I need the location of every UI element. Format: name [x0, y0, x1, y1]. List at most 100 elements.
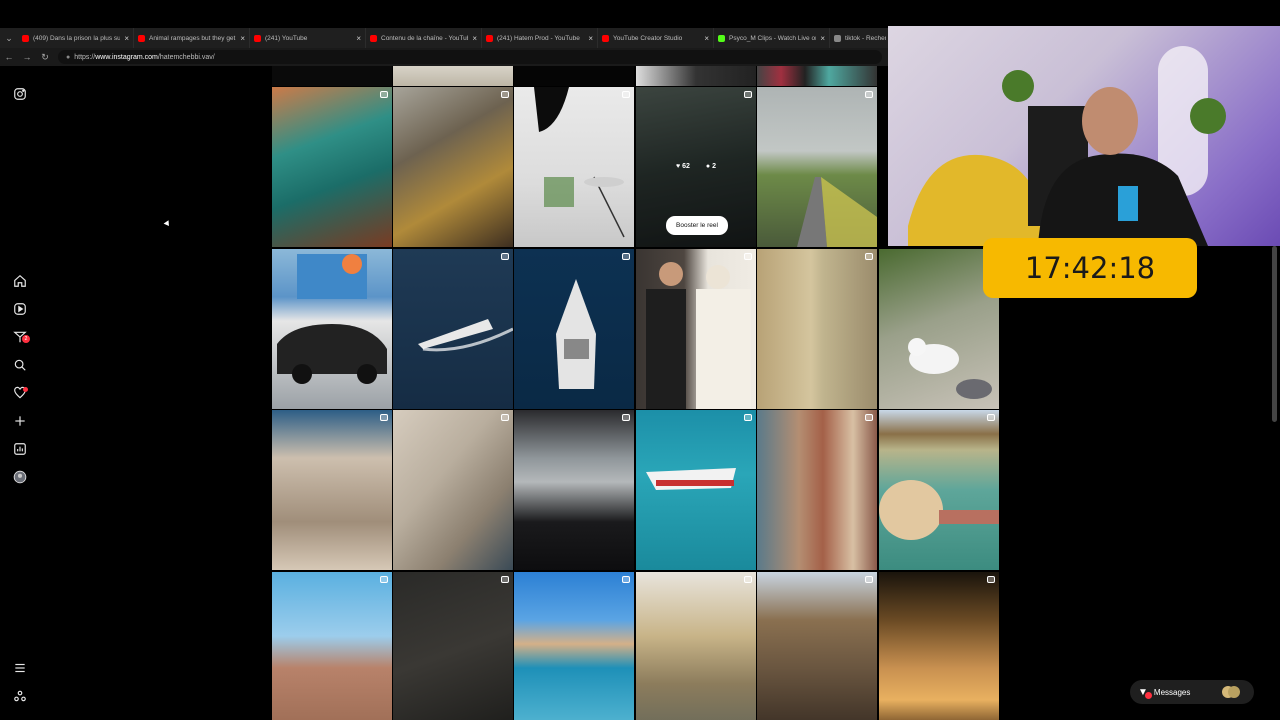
create-icon[interactable]: [12, 413, 28, 429]
back-icon[interactable]: ←: [0, 52, 18, 62]
post-thumbnail[interactable]: [393, 249, 513, 409]
reel-icon: [501, 91, 509, 98]
beach-racket-scene: [879, 480, 999, 540]
streamer-webcam: [888, 26, 1280, 246]
dashboard-icon[interactable]: [12, 441, 28, 457]
post-thumbnail[interactable]: [879, 572, 999, 720]
kick-favicon-icon: [718, 34, 725, 42]
browser-tab[interactable]: Psyco_M Clips - Watch Live on K...×: [714, 28, 830, 48]
post-thumbnail[interactable]: [636, 66, 756, 86]
close-tab-icon[interactable]: ×: [588, 34, 593, 43]
post-thumbnail[interactable]: [757, 410, 877, 570]
post-thumbnail[interactable]: [636, 249, 756, 409]
post-thumbnail[interactable]: [514, 66, 634, 86]
reel-icon: [622, 253, 630, 260]
contact-avatar: [1228, 686, 1240, 698]
post-thumbnail[interactable]: [272, 87, 392, 247]
post-thumbnail[interactable]: [879, 249, 999, 409]
reel-icon: [865, 91, 873, 98]
post-thumbnail[interactable]: [757, 572, 877, 720]
menu-icon[interactable]: [12, 660, 28, 676]
post-thumbnail[interactable]: [272, 249, 392, 409]
forward-icon[interactable]: →: [18, 52, 36, 62]
threads-icon[interactable]: [12, 688, 28, 704]
close-tab-icon[interactable]: ×: [820, 34, 825, 43]
reload-icon[interactable]: ↻: [36, 52, 54, 63]
post-thumbnail[interactable]: [393, 572, 513, 720]
seagull-scene: [908, 338, 992, 399]
browser-tab[interactable]: Animal rampages but they get... ×: [134, 28, 250, 48]
post-thumbnail[interactable]: [514, 249, 634, 409]
post-thumbnail[interactable]: [757, 249, 877, 409]
browser-tab[interactable]: (241) Hatem Prod - YouTube ×: [482, 28, 598, 48]
messages-badge-dot: [1145, 692, 1152, 699]
road-scene: [797, 177, 877, 247]
instagram-icon[interactable]: [12, 86, 28, 102]
reel-icon: [380, 91, 388, 98]
home-icon[interactable]: [12, 273, 28, 289]
boost-reel-button[interactable]: Booster le reel: [666, 216, 728, 235]
post-thumbnail-hovered[interactable]: ♥ 62 ● 2 Booster le reel: [636, 87, 756, 247]
close-tab-icon[interactable]: ×: [124, 34, 129, 43]
post-thumbnail[interactable]: [636, 572, 756, 720]
webcam-scene: [908, 46, 1226, 246]
browser-tab[interactable]: Contenu de la chaîne - YouTube...×: [366, 28, 482, 48]
stream-timer: 17:42:18: [983, 238, 1197, 298]
messenger-icon[interactable]: 2: [12, 329, 30, 345]
reel-icon: [744, 253, 752, 260]
post-thumbnail[interactable]: [272, 572, 392, 720]
youtube-favicon-icon: [254, 34, 261, 42]
browser-tab[interactable]: (241) YouTube ×: [250, 28, 366, 48]
reel-icon: [380, 414, 388, 421]
post-thumbnail[interactable]: [272, 410, 392, 570]
post-thumbnail[interactable]: [879, 410, 999, 570]
browser-tab[interactable]: YouTube Creator Studio ×: [598, 28, 714, 48]
tab-search-dropdown[interactable]: ⌄: [0, 28, 18, 48]
activity-dot: [23, 387, 28, 392]
close-tab-icon[interactable]: ×: [472, 34, 477, 43]
reel-icon: [622, 91, 630, 98]
post-stats: ♥ 62 ● 2: [636, 163, 756, 170]
post-thumbnail[interactable]: [393, 66, 513, 86]
messenger-badge: 2: [22, 335, 30, 343]
search-icon[interactable]: [12, 357, 28, 373]
post-thumbnail[interactable]: [272, 66, 392, 86]
youtube-favicon-icon: [370, 34, 377, 42]
profile-avatar[interactable]: [12, 469, 28, 485]
reel-icon: [622, 576, 630, 583]
search-favicon-icon: [834, 34, 841, 42]
browser-tab[interactable]: tiktok - Recherche: [830, 28, 890, 48]
studio-scene: [534, 87, 625, 238]
instagram-sidebar: 2: [0, 66, 40, 720]
address-bar-row: ← → ↻ ● https://www.instagram.com/hatemc…: [0, 48, 888, 66]
site-info-icon[interactable]: ●: [66, 54, 70, 61]
reel-icon: [744, 414, 752, 421]
reels-icon[interactable]: [12, 301, 28, 317]
heart-icon[interactable]: [12, 385, 28, 401]
post-thumbnail[interactable]: [514, 572, 634, 720]
close-tab-icon[interactable]: ×: [704, 34, 709, 43]
post-thumbnail[interactable]: [514, 410, 634, 570]
post-thumbnail[interactable]: [757, 87, 877, 247]
page-scrollbar[interactable]: [1272, 246, 1277, 422]
boat-aerial-scene: [556, 279, 596, 389]
close-tab-icon[interactable]: ×: [240, 34, 245, 43]
youtube-favicon-icon: [602, 34, 609, 42]
post-thumbnail[interactable]: [757, 66, 877, 86]
youtube-favicon-icon: [138, 34, 145, 42]
url-input[interactable]: ● https://www.instagram.com/hatemchebbi.…: [58, 50, 882, 64]
post-thumbnail[interactable]: [393, 87, 513, 247]
close-tab-icon[interactable]: ×: [356, 34, 361, 43]
post-thumbnail[interactable]: [393, 410, 513, 570]
browser-tab[interactable]: (409) Dans la prison la plus susp...×: [18, 28, 134, 48]
reel-icon: [744, 576, 752, 583]
reel-icon: [380, 576, 388, 583]
url-path: /hatemchebbi.vav/: [157, 53, 215, 61]
reel-icon: [744, 91, 752, 98]
reel-icon: [987, 576, 995, 583]
messages-button[interactable]: ▼ Messages: [1130, 680, 1254, 704]
post-thumbnail[interactable]: [514, 87, 634, 247]
boat-scene: [418, 319, 513, 352]
post-thumbnail[interactable]: [636, 410, 756, 570]
fishing-boat-scene: [646, 468, 736, 490]
